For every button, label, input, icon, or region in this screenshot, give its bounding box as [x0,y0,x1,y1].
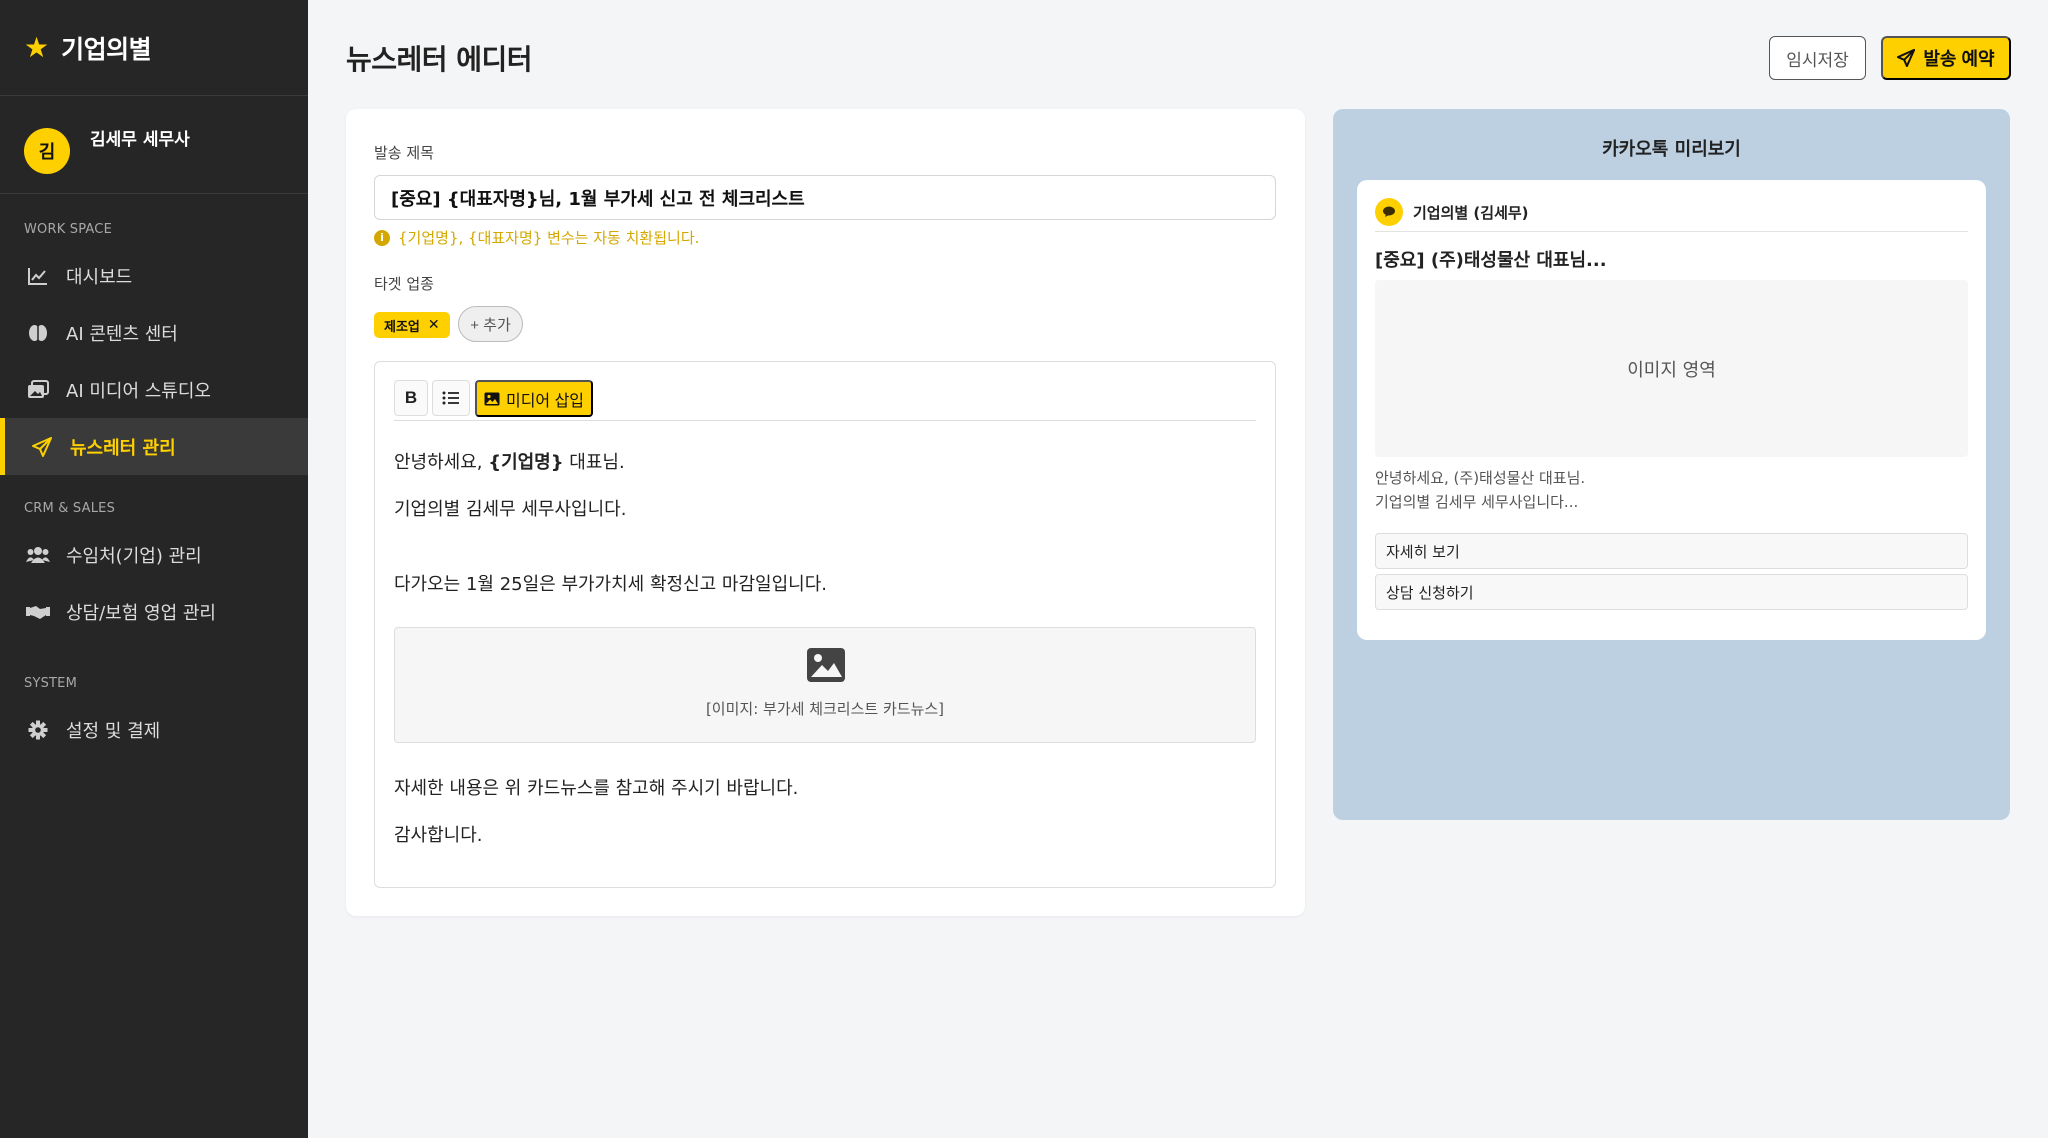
chat-bubble-icon [1375,198,1403,226]
sidebar-item-label: 상담/보험 영업 관리 [66,602,216,624]
paper-plane-icon [1897,49,1916,67]
sidebar-item-label: 수임처(기업) 관리 [66,545,202,567]
page-title: 뉴스레터 에디터 [346,43,533,76]
add-tag-button[interactable]: + 추가 [458,306,523,342]
sidebar-item-settings[interactable]: 설정 및 결제 [0,701,308,758]
tag-label: 제조업 [384,319,420,335]
insert-media-label: 미디어 삽입 [505,392,585,410]
list-button[interactable] [432,380,470,416]
target-industry-label: 타겟 업종 [374,275,434,293]
content-editor[interactable]: B 미디어 삽입 안녕하세요, {기업명} 대표님. 기업의별 김세무 세무사입… [374,361,1276,888]
sidebar-item-label: AI 콘텐츠 센터 [66,323,178,345]
kakaotalk-preview: 카카오톡 미리보기 기업의별 (김세무) [중요] (주)태성물산 대표님...… [1333,109,2010,820]
image-placeholder[interactable]: [이미지: 부가세 체크리스트 카드뉴스] [394,627,1256,743]
message-bubble: 기업의별 (김세무) [중요] (주)태성물산 대표님... 이미지 영역 안녕… [1357,180,1986,640]
sidebar-item-label: 대시보드 [66,266,133,288]
section-system: SYSTEM [24,676,78,691]
body-line: 다가오는 1월 25일은 부가가치세 확정신고 마감일입니다. [394,574,828,595]
image-icon [807,648,845,682]
brand[interactable]: ★ 기업의별 [0,0,308,96]
user-profile[interactable]: 김 김세무 세무사 [0,96,308,194]
sidebar-item-sales[interactable]: 상담/보험 영업 관리 [0,583,308,640]
list-icon [442,391,459,405]
sidebar-item-ai-content[interactable]: AI 콘텐츠 센터 [0,304,308,361]
chart-line-icon [26,264,50,288]
sidebar: ★ 기업의별 김 김세무 세무사 WORK SPACE 대시보드 AI 콘텐츠 … [0,0,308,1138]
editor-toolbar: B 미디어 삽입 [394,380,1256,421]
save-draft-button[interactable]: 임시저장 [1769,36,1866,80]
sidebar-item-label: AI 미디어 스튜디오 [66,380,211,402]
schedule-send-label: 발송 예약 [1923,49,1995,69]
industry-tag: 제조업 ✕ [374,312,450,338]
sidebar-item-newsletter[interactable]: 뉴스레터 관리 [0,418,308,475]
sender-name: 기업의별 (김세무) [1413,204,1529,222]
schedule-send-button[interactable]: 발송 예약 [1881,36,2011,80]
sidebar-item-label: 설정 및 결제 [66,720,161,742]
message-title: [중요] (주)태성물산 대표님... [1375,250,1607,271]
sidebar-item-label: 뉴스레터 관리 [70,437,176,459]
image-icon [484,392,500,405]
body-line: 자세한 내용은 위 카드뉴스를 참고해 주시기 바랍니다. [394,778,799,799]
star-icon: ★ [24,30,50,64]
image-caption: [이미지: 부가세 체크리스트 카드뉴스] [705,700,945,718]
users-icon [26,543,50,567]
insert-media-button[interactable]: 미디어 삽입 [475,380,593,417]
message-text: 기업의별 김세무 세무사입니다... [1375,493,1579,511]
paper-plane-icon [30,435,54,459]
avatar: 김 [24,127,70,174]
request-consultation-button[interactable]: 상담 신청하기 [1375,574,1968,610]
body-greeting: 안녕하세요, {기업명} 대표님. [394,452,625,473]
sidebar-item-ai-media[interactable]: AI 미디어 스튜디오 [0,361,308,418]
user-name: 김세무 세무사 [90,130,190,150]
info-icon: i [374,229,390,246]
close-icon[interactable]: ✕ [428,317,440,333]
message-sender: 기업의별 (김세무) [1375,198,1968,232]
sidebar-item-clients[interactable]: 수임처(기업) 관리 [0,526,308,583]
body-line: 기업의별 김세무 세무사입니다. [394,499,627,520]
handshake-icon [26,600,50,624]
gear-icon [26,718,50,742]
subject-label: 발송 제목 [374,144,434,162]
subject-input[interactable]: [중요] {대표자명}님, 1월 부가세 신고 전 체크리스트 [374,175,1276,220]
brand-name: 기업의별 [61,34,152,64]
image-area: 이미지 영역 [1375,280,1968,457]
message-text: 안녕하세요, (주)태성물산 대표님. [1375,469,1586,487]
images-icon [26,378,50,402]
bold-button[interactable]: B [394,380,428,416]
section-workspace: WORK SPACE [24,222,112,237]
view-details-button[interactable]: 자세히 보기 [1375,533,1968,569]
hint-text: {기업명}, {대표자명} 변수는 자동 치환됩니다. [398,229,700,247]
body-line: 감사합니다. [394,825,483,846]
variable-hint: i {기업명}, {대표자명} 변수는 자동 치환됩니다. [374,227,699,248]
editor-card: 발송 제목 [중요] {대표자명}님, 1월 부가세 신고 전 체크리스트 i … [346,109,1305,916]
brain-icon [26,321,50,345]
preview-title: 카카오톡 미리보기 [1602,139,1741,160]
section-crm: CRM & SALES [24,501,116,516]
sidebar-item-dashboard[interactable]: 대시보드 [0,247,308,304]
